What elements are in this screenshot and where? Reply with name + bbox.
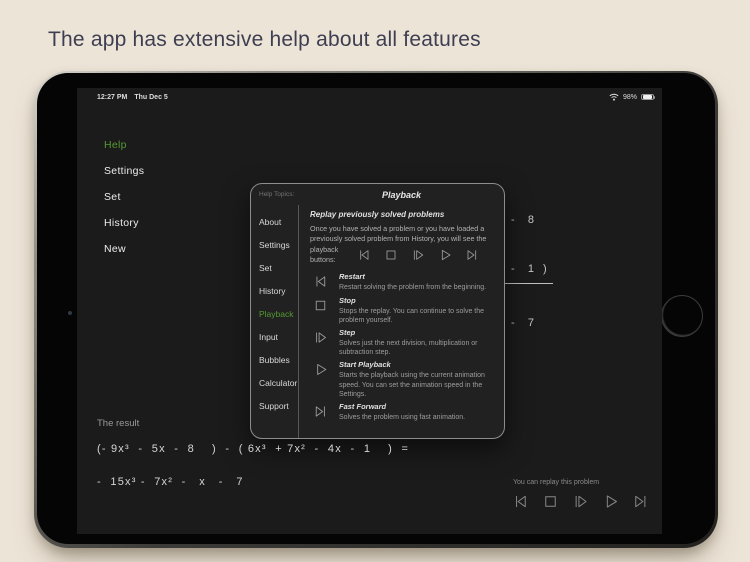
- status-time-date: 12:27 PM Thu Dec 5: [97, 94, 175, 101]
- button-name: Stop: [339, 295, 356, 305]
- help-dialog-title: Playback: [381, 189, 422, 200]
- front-camera-icon: [68, 311, 72, 315]
- app-menu: Help Settings Set History New: [104, 132, 144, 262]
- restart-icon: [356, 247, 372, 263]
- status-indicators: 98%: [609, 93, 656, 101]
- help-topics-label: Help Topics:: [259, 191, 295, 198]
- help-dialog-content: Replay previously solved problems Once y…: [299, 205, 504, 438]
- background-problem-line3: - 7: [511, 317, 535, 329]
- replay-controls: [511, 492, 650, 511]
- step-icon: [410, 247, 426, 263]
- list-item: Restart Restart solving the problem from…: [310, 272, 495, 292]
- result-label: The result: [97, 418, 140, 429]
- button-description: Solves just the next division, multiplic…: [339, 340, 478, 357]
- topic-item-set[interactable]: Set: [251, 257, 298, 280]
- step-icon: [312, 329, 329, 346]
- topic-item-about[interactable]: About: [251, 211, 298, 234]
- background-problem: - 8 - 1 ) - 7: [505, 183, 553, 358]
- list-item: Step Solves just the next division, mult…: [310, 328, 495, 357]
- battery-icon: [641, 93, 656, 101]
- topic-item-history[interactable]: History: [251, 280, 298, 303]
- battery-percent: 98%: [622, 93, 637, 101]
- status-date: Thu Dec 5: [134, 93, 168, 101]
- playback-buttons-illustration: [356, 247, 480, 263]
- button-name: Restart: [339, 272, 365, 282]
- home-button[interactable]: [661, 295, 703, 337]
- help-intro-buttons-label: playback buttons:: [310, 245, 339, 265]
- marketing-screenshot: The app has extensive help about all fea…: [0, 0, 750, 562]
- menu-item-help[interactable]: Help: [104, 132, 144, 158]
- topic-item-playback[interactable]: Playback: [251, 303, 298, 326]
- wifi-icon: [609, 93, 619, 101]
- stop-icon: [383, 247, 399, 263]
- start-playback-icon: [437, 247, 453, 263]
- status-bar: 12:27 PM Thu Dec 5 98%: [97, 93, 656, 101]
- replay-hint: You can replay this problem: [513, 479, 600, 486]
- topic-item-calculator[interactable]: Calculator: [251, 372, 298, 395]
- stop-icon: [312, 297, 329, 314]
- replay-block: You can replay this problem: [511, 479, 650, 511]
- fast-forward-icon: [464, 247, 480, 263]
- topic-item-settings[interactable]: Settings: [251, 234, 298, 257]
- step-icon[interactable]: [571, 492, 590, 511]
- help-topics-list: About Settings Set History Playback Inpu…: [251, 205, 299, 438]
- result-answer: - 15x³ - 7x² - x - 7: [97, 476, 244, 488]
- stop-icon[interactable]: [541, 492, 560, 511]
- restart-icon[interactable]: [511, 492, 530, 511]
- help-dialog-header: Help Topics: Playback: [251, 184, 504, 205]
- topic-item-input[interactable]: Input: [251, 326, 298, 349]
- button-name: Start Playback: [339, 360, 391, 370]
- help-intro-text: Once you have solved a problem or you ha…: [310, 224, 487, 244]
- menu-item-history[interactable]: History: [104, 210, 144, 236]
- result-block: The result (- 9x³ - 5x - 8 ) - ( 6x³ + 7…: [97, 418, 409, 488]
- ipad-bezel: 12:27 PM Thu Dec 5 98% Help Settings Set …: [37, 73, 715, 544]
- ipad-device: 12:27 PM Thu Dec 5 98% Help Settings Set …: [34, 71, 718, 548]
- restart-icon: [312, 273, 329, 290]
- list-item: Stop Stops the replay. You can continue …: [310, 296, 495, 325]
- button-description: Restart solving the problem from the beg…: [339, 284, 487, 292]
- status-time: 12:27 PM: [97, 93, 128, 101]
- topic-item-bubbles[interactable]: Bubbles: [251, 349, 298, 372]
- list-item: Start Playback Starts the playback using…: [310, 360, 495, 399]
- result-problem: (- 9x³ - 5x - 8 ) - ( 6x³ + 7x² - 4x - 1…: [97, 443, 410, 455]
- menu-item-set[interactable]: Set: [104, 184, 144, 210]
- background-problem-line1: - 8: [511, 214, 535, 226]
- button-description: Starts the playback using the current an…: [339, 372, 485, 398]
- app-screen: 12:27 PM Thu Dec 5 98% Help Settings Set …: [77, 88, 662, 534]
- help-subtitle: Replay previously solved problems: [310, 210, 445, 219]
- fast-forward-icon[interactable]: [631, 492, 650, 511]
- background-problem-line2: - 1 ): [505, 257, 553, 284]
- playback-buttons-help-list: Restart Restart solving the problem from…: [310, 272, 495, 422]
- button-name: Fast Forward: [339, 402, 387, 412]
- help-dialog: Help Topics: Playback About Settings Set…: [250, 183, 505, 439]
- start-playback-icon[interactable]: [601, 492, 620, 511]
- menu-item-settings[interactable]: Settings: [104, 158, 144, 184]
- button-description: Stops the replay. You can continue to so…: [339, 307, 485, 324]
- topic-item-support[interactable]: Support: [251, 395, 298, 418]
- start-playback-icon: [312, 361, 329, 378]
- page-title: The app has extensive help about all fea…: [48, 28, 481, 51]
- menu-item-new[interactable]: New: [104, 236, 144, 262]
- button-name: Step: [339, 328, 356, 338]
